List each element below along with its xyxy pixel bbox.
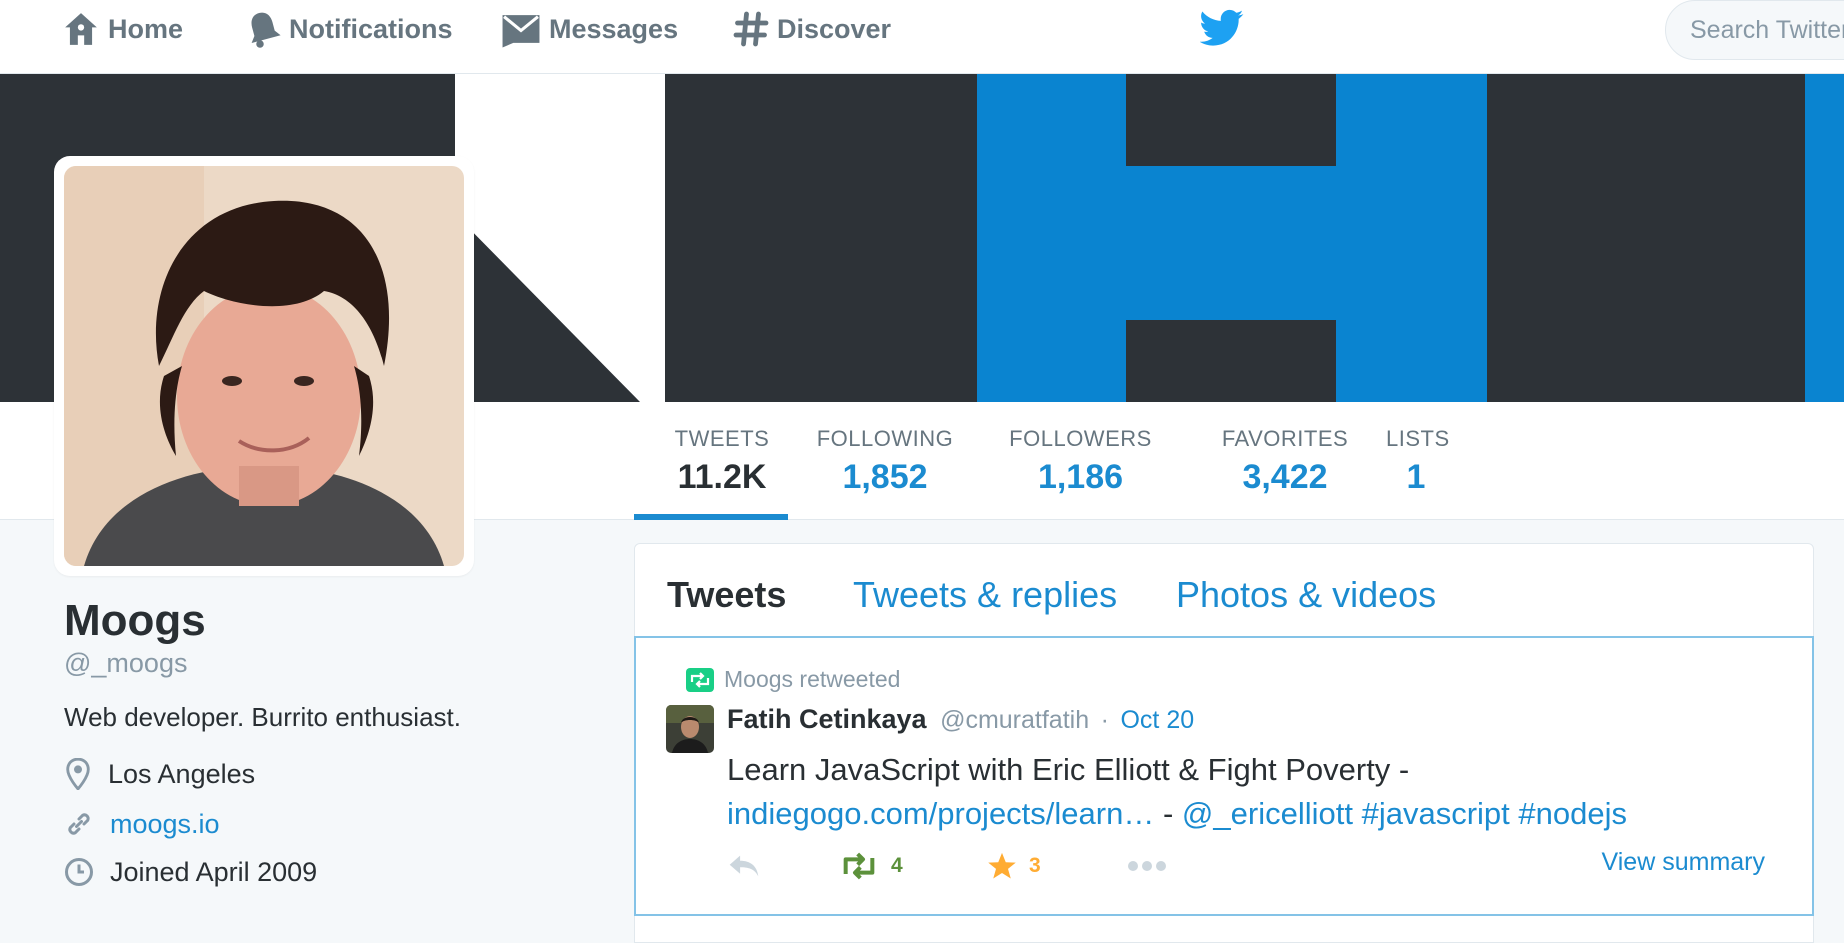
tab-tweets-and-replies[interactable]: Tweets & replies <box>853 574 1117 616</box>
envelope-icon <box>502 15 540 48</box>
avatar-photo <box>64 166 464 566</box>
tweet-text: Learn JavaScript with Eric Elliott & Fig… <box>727 748 1787 836</box>
stat-following[interactable]: FOLLOWING 1,852 <box>815 426 955 497</box>
profile-avatar[interactable] <box>54 156 474 576</box>
tweet-header-separator: · <box>1100 706 1109 734</box>
tweet-author-photo <box>666 705 714 753</box>
hashtag-icon <box>733 11 769 47</box>
tab-photos-and-videos[interactable]: Photos & videos <box>1176 574 1436 616</box>
clock-icon <box>65 858 93 886</box>
star-icon <box>988 852 1016 879</box>
search-input[interactable] <box>1665 0 1844 60</box>
stat-lists[interactable]: LISTS 1 <box>1386 426 1450 497</box>
stat-tweets-value: 11.2K <box>677 458 767 496</box>
stat-lists-value: 1 <box>1406 458 1426 496</box>
tweet-hashtag-javascript[interactable]: #javascript <box>1362 796 1510 831</box>
tweet-header: Fatih Cetinkaya @cmuratfatih · Oct 20 <box>727 704 1194 735</box>
stat-followers-value: 1,186 <box>1037 458 1124 496</box>
tweet-url-link[interactable]: indiegogo.com/projects/learn… <box>727 796 1154 831</box>
nav-messages-label: Messages <box>549 13 679 44</box>
nav-messages[interactable]: Messages <box>501 6 678 52</box>
timeline: Tweets Tweets & replies Photos & videos … <box>634 543 1814 943</box>
nav-home-label: Home <box>108 13 184 44</box>
profile-url[interactable]: moogs.io <box>64 806 220 842</box>
tweet-hashtag-nodejs[interactable]: #nodejs <box>1518 796 1627 831</box>
reply-button[interactable] <box>727 848 773 884</box>
favorite-button[interactable]: 3 <box>987 848 1041 884</box>
profile-location: Los Angeles <box>64 756 255 792</box>
favorite-count: 3 <box>1029 854 1041 877</box>
retweet-badge-icon <box>686 667 714 692</box>
profile-joined: Joined April 2009 <box>64 854 317 890</box>
tweet-dash: - <box>1162 796 1174 831</box>
more-actions-button[interactable] <box>1127 848 1179 884</box>
bell-icon <box>251 12 281 48</box>
nav-home[interactable]: Home <box>62 6 183 52</box>
top-nav: Home Notifications Messages Discover <box>0 0 1844 74</box>
stat-favorites-value: 3,422 <box>1242 458 1328 496</box>
profile-name[interactable]: Moogs <box>64 596 206 646</box>
profile-url-text[interactable]: moogs.io <box>110 809 220 840</box>
stat-followers[interactable]: FOLLOWERS 1,186 <box>1008 426 1153 497</box>
stat-lists-label: LISTS <box>1386 426 1450 451</box>
stat-followers-label: FOLLOWERS <box>1009 426 1152 451</box>
stat-tweets[interactable]: TWEETS 11.2K <box>664 426 780 497</box>
home-icon <box>65 13 97 45</box>
profile-handle[interactable]: @_moogs <box>64 648 187 679</box>
stat-favorites-label: FAVORITES <box>1221 426 1349 451</box>
tab-tweets[interactable]: Tweets <box>667 574 786 616</box>
retweet-button[interactable]: 4 <box>839 848 903 884</box>
stat-following-value: 1,852 <box>842 458 928 496</box>
link-icon <box>68 813 90 835</box>
tweet-text-body: Learn JavaScript with Eric Elliott & Fig… <box>727 752 1410 787</box>
retweet-icon <box>843 852 875 880</box>
profile-joined-text: Joined April 2009 <box>110 856 318 887</box>
stat-tweets-label: TWEETS <box>674 426 770 451</box>
profile-bio: Web developer. Burrito enthusiast. <box>64 702 461 732</box>
view-summary-link[interactable]: View summary <box>1602 848 1765 877</box>
nav-discover-label: Discover <box>777 13 892 44</box>
stat-following-label: FOLLOWING <box>816 426 954 451</box>
tweet-mention[interactable]: @_ericelliott <box>1182 796 1353 831</box>
tweet-actions: 4 3 View summary <box>727 848 1787 884</box>
location-pin-icon <box>66 758 90 790</box>
nav-discover[interactable]: Discover <box>733 6 891 52</box>
tweet-author-avatar[interactable] <box>666 705 714 753</box>
active-stat-indicator <box>634 514 788 520</box>
tweet-timestamp[interactable]: Oct 20 <box>1120 706 1194 734</box>
tweet-author-name[interactable]: Fatih Cetinkaya <box>727 704 927 734</box>
retweet-count: 4 <box>891 854 903 877</box>
tweet-author-handle[interactable]: @cmuratfatih <box>940 706 1089 734</box>
twitter-bird-icon[interactable] <box>1200 8 1244 48</box>
stat-favorites[interactable]: FAVORITES 3,422 <box>1205 426 1365 497</box>
nav-notifications-label: Notifications <box>289 13 453 44</box>
retweet-context: Moogs retweeted <box>686 666 900 693</box>
retweeted-by-text[interactable]: Moogs retweeted <box>724 666 900 693</box>
reply-icon <box>729 855 759 877</box>
tweet[interactable]: Moogs retweeted Fatih Cetinkaya @cmuratf… <box>634 636 1814 916</box>
more-dots-icon <box>1128 861 1166 871</box>
profile-location-text: Los Angeles <box>108 758 256 789</box>
nav-notifications[interactable]: Notifications <box>245 6 453 52</box>
